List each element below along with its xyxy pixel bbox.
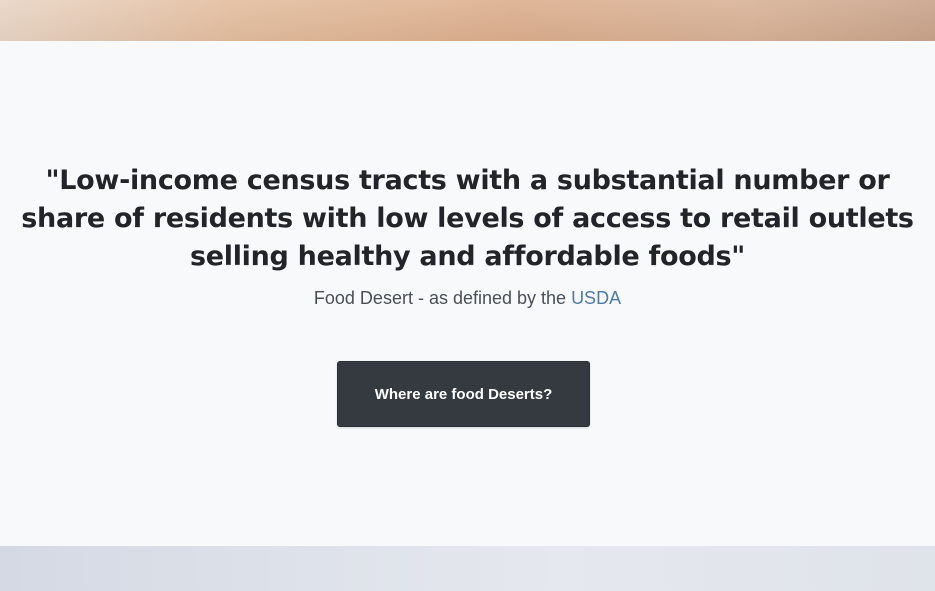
hero-quote: "Low-income census tracts with a substan…: [21, 165, 914, 272]
where-are-food-deserts-button[interactable]: Where are food Deserts?: [337, 361, 590, 427]
hero-section: "Low-income census tracts with a substan…: [0, 41, 935, 546]
caption-text: Food Desert - as defined by the: [313, 288, 572, 308]
top-banner-image: [0, 0, 935, 41]
bottom-banner-image: [0, 546, 935, 591]
usda-link[interactable]: USDA: [571, 288, 621, 308]
page: "Low-income census tracts with a substan…: [0, 0, 935, 591]
hero-caption: Food Desert - as defined by the USDA: [0, 286, 935, 310]
